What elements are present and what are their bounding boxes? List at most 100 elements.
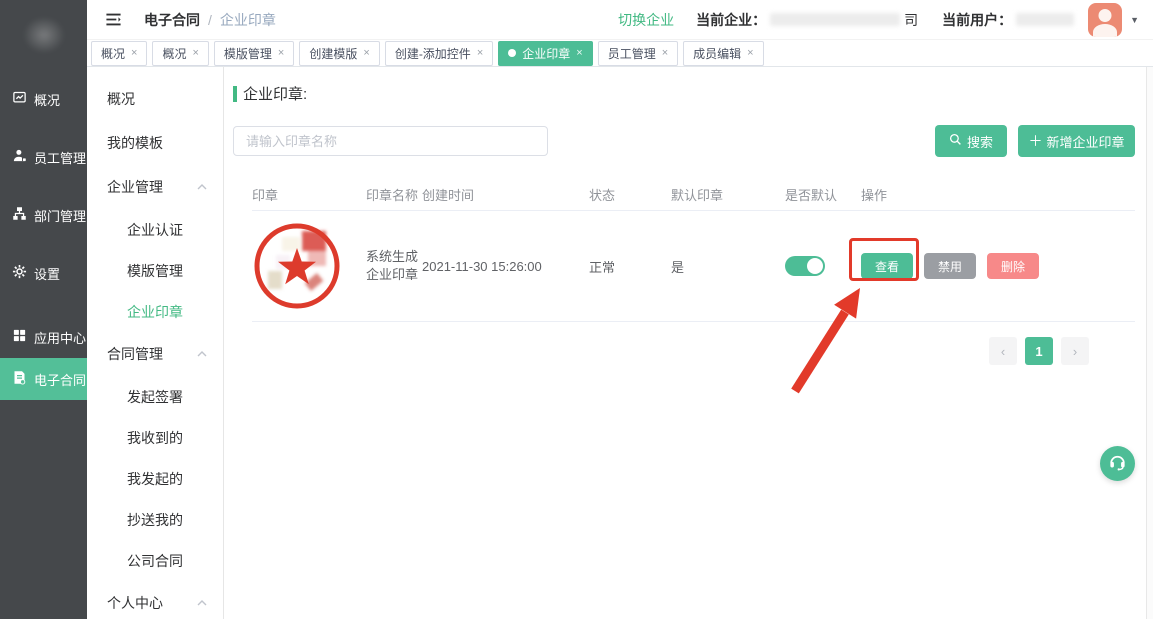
collapse-menu-icon[interactable]	[105, 12, 122, 27]
top-header: 电子合同 / 企业印章 切换企业 当前企业： 司 当前用户： ▼	[87, 0, 1153, 40]
department-icon	[12, 206, 27, 224]
sidebar-item-label: 部门管理	[34, 206, 86, 225]
tab-overview-1[interactable]: 概况×	[91, 41, 147, 66]
tab-company-seal[interactable]: 企业印章×	[498, 41, 592, 66]
seal-table: 印章 印章名称 创建时间 状态 默认印章 是否默认 操作	[233, 179, 1135, 322]
menu-item-initiate-signing[interactable]: 发起签署	[87, 376, 223, 417]
col-header-created-at: 创建时间	[422, 185, 589, 204]
menu-group-company-management[interactable]: 企业管理	[87, 165, 223, 209]
menu-item-received[interactable]: 我收到的	[87, 417, 223, 458]
pagination-page-1[interactable]: 1	[1025, 337, 1053, 365]
view-button[interactable]: 查看	[861, 253, 913, 279]
redacted-user-name	[1016, 13, 1074, 26]
default-toggle-switch[interactable]	[785, 256, 825, 276]
seal-name-search-input[interactable]	[233, 126, 548, 156]
menu-item-my-templates[interactable]: 我的模板	[87, 121, 223, 165]
user-avatar[interactable]	[1088, 3, 1122, 37]
search-icon	[949, 133, 962, 149]
close-icon[interactable]: ×	[363, 47, 369, 59]
seal-name-cell: 系统生成企业印章	[366, 248, 422, 284]
tab-overview-2[interactable]: 概况×	[152, 41, 208, 66]
close-icon[interactable]: ×	[477, 47, 483, 59]
pagination-next-button[interactable]: ›	[1061, 337, 1089, 365]
breadcrumb: 电子合同 / 企业印章	[144, 10, 276, 30]
add-company-seal-button[interactable]: ＋ 新增企业印章	[1018, 125, 1135, 157]
col-header-seal: 印章	[252, 185, 366, 204]
menu-item-company-seal[interactable]: 企业印章	[87, 291, 223, 332]
open-tabs-bar: 概况× 概况× 模版管理× 创建模版× 创建-添加控件× 企业印章× 员工管理×…	[87, 40, 1153, 67]
company-seal-image	[252, 221, 342, 311]
tab-create-add-controls[interactable]: 创建-添加控件×	[385, 41, 493, 66]
menu-item-template-management[interactable]: 模版管理	[87, 250, 223, 291]
menu-item-cc-to-me[interactable]: 抄送我的	[87, 499, 223, 540]
menu-group-contract-management[interactable]: 合同管理	[87, 332, 223, 376]
tab-create-template[interactable]: 创建模版×	[299, 41, 379, 66]
table-row: 系统生成企业印章 2021-11-30 15:26:00 正常 是 查看 禁用 …	[252, 211, 1135, 322]
menu-item-overview[interactable]: 概况	[87, 77, 223, 121]
chevron-up-icon	[197, 351, 207, 357]
disable-button[interactable]: 禁用	[924, 253, 976, 279]
chevron-up-icon	[197, 184, 207, 190]
menu-item-company-certification[interactable]: 企业认证	[87, 209, 223, 250]
col-header-actions: 操作	[861, 185, 1135, 204]
sidebar-item-settings[interactable]: 设置	[0, 244, 87, 302]
delete-button[interactable]: 删除	[987, 253, 1039, 279]
breadcrumb-root[interactable]: 电子合同	[144, 10, 200, 30]
company-name-suffix: 司	[904, 10, 918, 30]
close-icon[interactable]: ×	[278, 47, 284, 59]
col-header-seal-name: 印章名称	[366, 185, 422, 204]
status-cell: 正常	[589, 257, 671, 276]
page-title: 企业印章:	[233, 83, 1135, 104]
primary-sidebar: 概况 员工管理 部门管理 设置	[0, 0, 87, 619]
sidebar-item-employees[interactable]: 员工管理	[0, 128, 87, 186]
employee-icon	[12, 148, 27, 166]
sidebar-item-overview[interactable]: 概况	[0, 70, 87, 128]
chevron-up-icon	[197, 600, 207, 606]
sidebar-item-app-center[interactable]: 应用中心	[0, 316, 87, 358]
secondary-sidebar: 概况 我的模板 企业管理 企业认证 模版管理 企业印章 合同管理 发起签署 我收…	[87, 67, 224, 619]
sidebar-item-label: 员工管理	[34, 148, 86, 167]
tab-template-management[interactable]: 模版管理×	[214, 41, 294, 66]
headset-icon	[1108, 452, 1127, 476]
sidebar-item-departments[interactable]: 部门管理	[0, 186, 87, 244]
menu-group-personal-center[interactable]: 个人中心	[87, 581, 223, 619]
dashboard-icon	[12, 90, 27, 108]
contract-icon	[12, 370, 27, 388]
close-icon[interactable]: ×	[192, 47, 198, 59]
close-icon[interactable]: ×	[576, 47, 582, 59]
close-icon[interactable]: ×	[747, 47, 753, 59]
app-window: 概况 员工管理 部门管理 设置	[0, 0, 1153, 619]
breadcrumb-separator: /	[208, 12, 212, 28]
blurred-logo-image	[20, 14, 68, 56]
pagination-prev-button[interactable]: ‹	[989, 337, 1017, 365]
menu-item-initiated-by-me[interactable]: 我发起的	[87, 458, 223, 499]
scrollbar[interactable]	[1146, 67, 1153, 619]
col-header-default-seal: 默认印章	[671, 185, 785, 204]
table-header-row: 印章 印章名称 创建时间 状态 默认印章 是否默认 操作	[252, 179, 1135, 211]
redacted-company-name	[770, 13, 900, 26]
pagination: ‹ 1 ›	[233, 337, 1089, 365]
current-company-label: 当前企业：	[696, 10, 766, 30]
col-header-is-default: 是否默认	[785, 185, 861, 204]
customer-service-button[interactable]	[1100, 446, 1135, 481]
app-logo	[0, 0, 87, 70]
breadcrumb-current: 企业印章	[220, 10, 276, 30]
tab-member-edit[interactable]: 成员编辑×	[683, 41, 763, 66]
sidebar-item-label: 概况	[34, 90, 60, 109]
close-icon[interactable]: ×	[662, 47, 668, 59]
close-icon[interactable]: ×	[131, 47, 137, 59]
chevron-down-icon[interactable]: ▼	[1130, 15, 1139, 25]
sidebar-item-e-contract[interactable]: 电子合同	[0, 358, 87, 400]
switch-company-link[interactable]: 切换企业	[618, 10, 674, 30]
gear-icon	[12, 264, 27, 282]
col-header-status: 状态	[589, 185, 671, 204]
tab-employee-management[interactable]: 员工管理×	[598, 41, 678, 66]
sidebar-item-label: 设置	[34, 264, 60, 283]
plus-icon: ＋	[1028, 131, 1042, 151]
created-at-cell: 2021-11-30 15:26:00	[422, 259, 589, 274]
search-button[interactable]: 搜索	[935, 125, 1007, 157]
sidebar-item-label: 应用中心	[34, 328, 86, 347]
menu-item-company-contracts[interactable]: 公司合同	[87, 540, 223, 581]
apps-icon	[12, 328, 27, 346]
current-user-label: 当前用户：	[942, 10, 1012, 30]
